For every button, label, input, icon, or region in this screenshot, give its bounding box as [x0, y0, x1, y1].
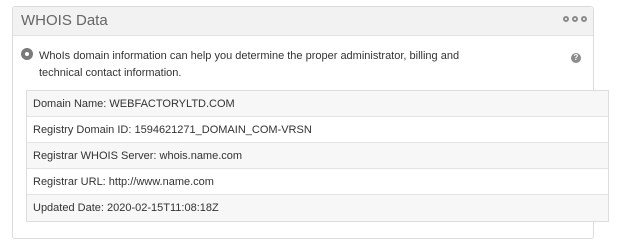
table-row: Domain Name: WEBFACTORYLTD.COM	[27, 91, 608, 117]
help-question-icon[interactable]: ?	[571, 53, 581, 63]
table-row: Registrar WHOIS Server: whois.name.com	[27, 143, 608, 169]
table-row: Registrar URL: http://www.name.com	[27, 169, 608, 195]
table-row: Updated Date: 2020-02-15T11:08:18Z	[27, 195, 608, 221]
panel-header: WHOIS Data	[13, 7, 593, 36]
panel-options-icon[interactable]	[563, 16, 587, 22]
table-row: Registry Domain ID: 1594621271_DOMAIN_CO…	[27, 117, 608, 143]
intro-text: WhoIs domain information can help you de…	[39, 50, 460, 79]
panel-title: WHOIS Data	[21, 12, 108, 29]
status-circle-icon	[21, 48, 33, 60]
gear-dot-icon[interactable]	[581, 16, 587, 22]
whois-data-table: Domain Name: WEBFACTORYLTD.COM Registry …	[26, 90, 609, 222]
gear-dot-icon[interactable]	[572, 16, 578, 22]
gear-dot-icon[interactable]	[563, 16, 569, 22]
